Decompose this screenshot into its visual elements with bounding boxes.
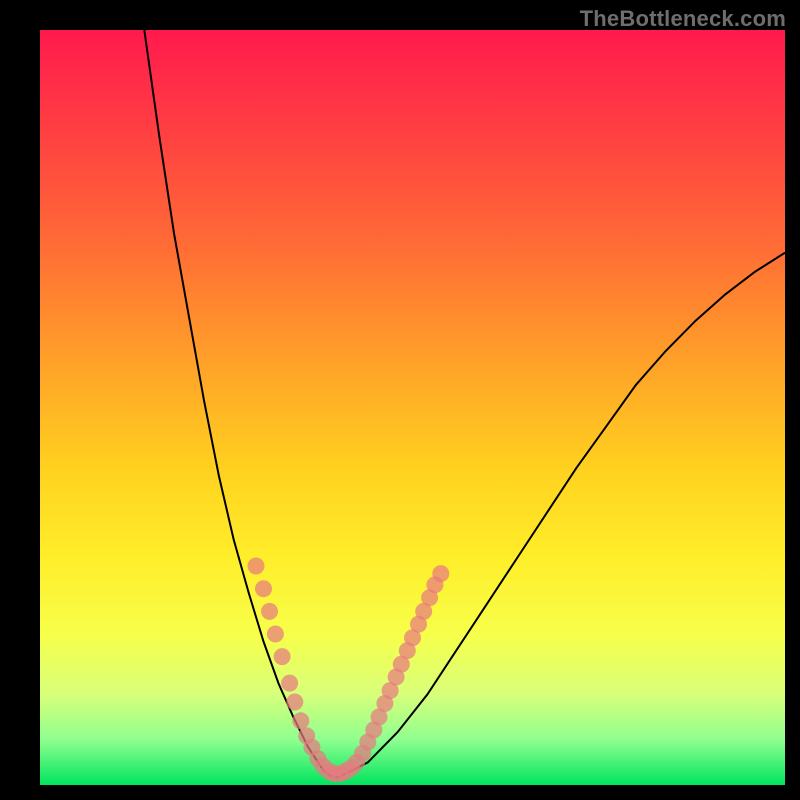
highlight-dot xyxy=(274,648,291,665)
watermark-text: TheBottleneck.com xyxy=(580,6,786,32)
chart-frame: TheBottleneck.com xyxy=(0,0,800,800)
highlight-dot xyxy=(432,565,449,582)
highlight-dot xyxy=(286,694,303,711)
curve-group xyxy=(144,30,785,778)
chart-svg xyxy=(40,30,785,785)
left-curve xyxy=(144,30,338,778)
plot-area xyxy=(40,30,785,785)
highlight-dot xyxy=(248,558,265,575)
dot-group xyxy=(248,558,450,783)
right-curve xyxy=(338,253,785,778)
highlight-dot xyxy=(255,580,272,597)
highlight-dot xyxy=(292,712,309,729)
highlight-dot xyxy=(261,603,278,620)
highlight-dot xyxy=(281,675,298,692)
highlight-dot xyxy=(267,626,284,643)
